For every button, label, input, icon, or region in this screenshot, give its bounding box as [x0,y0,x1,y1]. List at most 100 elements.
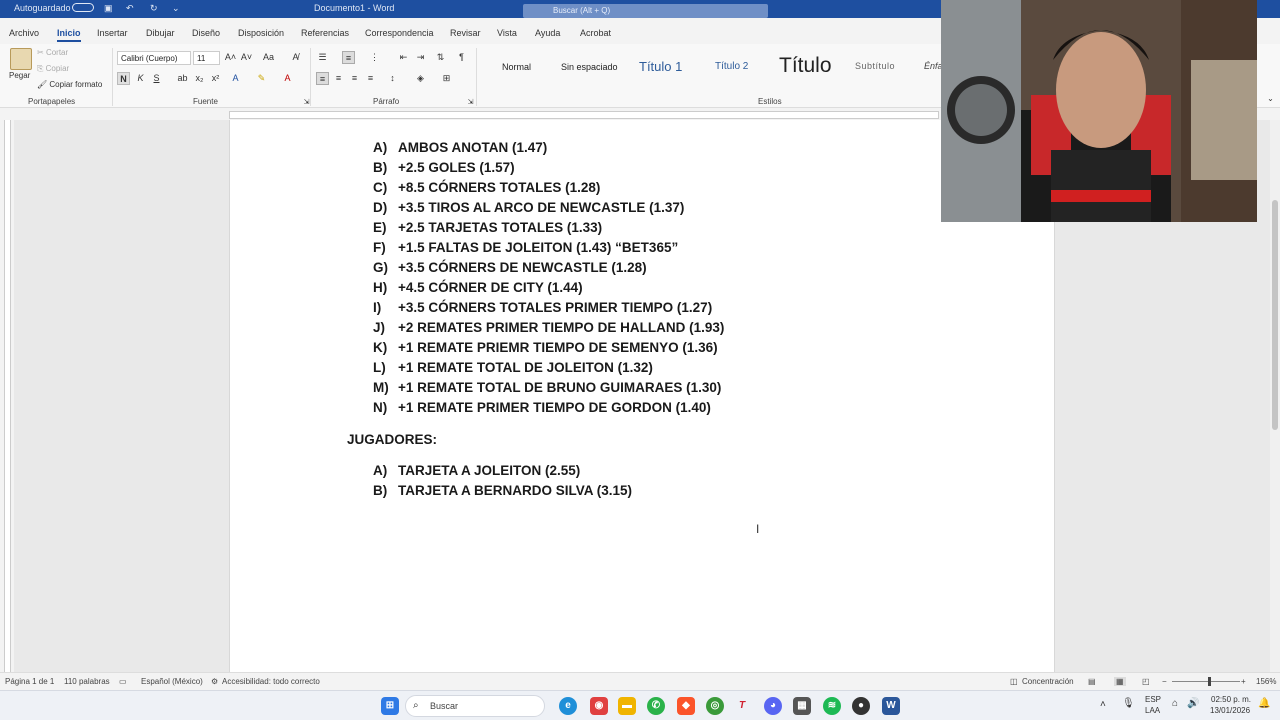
clear-format-icon[interactable]: A̸ [289,51,302,64]
text-effects-icon[interactable]: A [229,72,242,85]
subscript-icon[interactable]: x₂ [193,72,206,85]
style-title[interactable]: Título [779,54,832,78]
show-formatting-icon[interactable]: ¶ [455,51,468,64]
list-item[interactable]: A) TARJETA A JOLEITON (2.55) [373,463,580,478]
paste-icon[interactable] [10,48,32,70]
superscript-icon[interactable]: x² [209,72,222,85]
tab-correspondencia[interactable]: Correspondencia [365,28,434,38]
font-name-select[interactable]: Calibri (Cuerpo) [117,51,191,65]
list-item[interactable]: B) +2.5 GOLES (1.57) [373,160,515,175]
brave-icon[interactable]: ◆ [677,697,695,715]
grow-font-icon[interactable]: A˄ [224,51,237,64]
justify-icon[interactable]: ≡ [364,72,377,85]
tab-dibujar[interactable]: Dibujar [146,28,175,38]
print-layout-icon[interactable]: ▦ [1114,677,1126,686]
highlight-icon[interactable]: ✎ [255,72,268,85]
format-painter-button[interactable]: 🖌 Copiar formato [37,80,102,89]
tab-inicio[interactable]: Inicio [57,28,81,42]
list-item[interactable]: D) +3.5 TIROS AL ARCO DE NEWCASTLE (1.37) [373,200,684,215]
edge-icon[interactable]: e [559,697,577,715]
web-layout-icon[interactable]: ◰ [1142,677,1150,686]
word-icon[interactable]: W [882,697,900,715]
redo-icon[interactable]: ↻ [150,3,158,14]
change-case-icon[interactable]: Aa [262,51,275,64]
autosave-toggle[interactable] [72,3,94,12]
style-emphasis[interactable]: Énfa [924,61,943,71]
zoom-in-icon[interactable]: + [1241,677,1246,686]
list-item[interactable]: L) +1 REMATE TOTAL DE JOLEITON (1.32) [373,360,653,375]
list-item[interactable]: E) +2.5 TARJETAS TOTALES (1.33) [373,220,602,235]
list-item[interactable]: I) +3.5 CÓRNERS TOTALES PRIMER TIEMPO (1.… [373,300,712,315]
notifications-icon[interactable]: 🔔 [1258,698,1270,709]
windows-start-icon[interactable]: ⊞ [381,697,399,715]
strikethrough-icon[interactable]: ab [176,72,189,85]
style-subtitle[interactable]: Subtítulo [855,61,895,71]
copy-button[interactable]: ⎘ Copiar [37,64,69,74]
tab-disposicion[interactable]: Disposición [238,28,284,38]
list-item[interactable]: F) +1.5 FALTAS DE JOLEITON (1.43) “BET365… [373,240,678,255]
bold-button[interactable]: N [117,72,130,85]
tab-referencias[interactable]: Referencias [301,28,349,38]
volume-icon[interactable]: 🔊 [1187,698,1199,709]
chevron-down-icon[interactable]: ⌄ [172,3,180,14]
style-no-spacing[interactable]: Sin espaciado [561,62,618,72]
font-size-select[interactable]: 11 [193,51,220,65]
discord-icon[interactable]: ◕ [764,697,782,715]
align-right-icon[interactable]: ≡ [348,72,361,85]
shading-icon[interactable]: ◈ [414,72,427,85]
folder-icon[interactable]: ▬ [618,697,636,715]
network-icon[interactable]: ⌂ [1172,698,1178,709]
document-page[interactable]: A) AMBOS ANOTAN (1.47) B) +2.5 GOLES (1.57… [229,120,1055,672]
tab-revisar[interactable]: Revisar [450,28,481,38]
keyboard-layout[interactable]: LAA [1145,706,1160,715]
bullets-icon[interactable]: ☰ [316,51,329,64]
taskbar-search[interactable]: Buscar [405,695,545,717]
increase-indent-icon[interactable]: ⇥ [414,51,427,64]
sort-icon[interactable]: ⇅ [434,51,447,64]
page-count[interactable]: Página 1 de 1 [5,677,54,686]
proofing-icon[interactable]: ▭ [119,677,127,686]
vertical-ruler[interactable] [0,120,14,672]
microphone-icon[interactable]: 🎙 [1122,698,1135,709]
spotify-icon[interactable]: ≋ [823,697,841,715]
autosave-label[interactable]: Autoguardado [14,3,71,13]
zoom-out-icon[interactable]: − [1162,677,1167,686]
tab-acrobat[interactable]: Acrobat [580,28,611,38]
clock-date[interactable]: 13/01/2026 [1210,706,1250,715]
tab-ayuda[interactable]: Ayuda [535,28,560,38]
focus-mode-button[interactable]: Concentración [1022,677,1074,686]
style-normal[interactable]: Normal [502,62,531,72]
whatsapp-icon[interactable]: ✆ [647,697,665,715]
style-heading-1[interactable]: Título 1 [639,59,682,74]
list-item[interactable]: G) +3.5 CÓRNERS DE NEWCASTLE (1.28) [373,260,647,275]
zoom-level[interactable]: 156% [1256,677,1276,686]
tab-insertar[interactable]: Insertar [97,28,128,38]
multilevel-list-icon[interactable]: ⋮ [368,51,381,64]
list-item[interactable]: B) TARJETA A BERNARDO SILVA (3.15) [373,483,632,498]
vertical-scrollbar[interactable] [1270,120,1280,672]
borders-icon[interactable]: ⊞ [440,72,453,85]
search-input[interactable]: Buscar (Alt + Q) [523,4,768,18]
undo-icon[interactable]: ↶ [126,3,134,14]
list-item[interactable]: M) +1 REMATE TOTAL DE BRUNO GUIMARAES (1.… [373,380,721,395]
collapse-ribbon-icon[interactable]: ⌄ [1264,92,1277,105]
shrink-font-icon[interactable]: A˅ [240,51,253,64]
tab-diseno[interactable]: Diseño [192,28,220,38]
text-app-icon[interactable]: T [733,697,751,715]
clock-time[interactable]: 02:50 p. m. [1211,695,1251,704]
zoom-slider-thumb[interactable] [1208,677,1211,686]
underline-button[interactable]: S [150,72,163,85]
list-item[interactable]: A) AMBOS ANOTAN (1.47) [373,140,547,155]
section-heading[interactable]: JUGADORES: [347,432,437,447]
list-item[interactable]: H) +4.5 CÓRNER DE CITY (1.44) [373,280,583,295]
chevron-up-icon[interactable]: ˄ [1100,699,1106,710]
italic-button[interactable]: K [134,72,147,85]
chrome-icon[interactable]: ◎ [706,697,724,715]
tab-archivo[interactable]: Archivo [9,28,39,38]
word-count[interactable]: 110 palabras [64,677,110,686]
cut-button[interactable]: ✂ Cortar [37,48,68,57]
obs-icon[interactable]: ● [852,697,870,715]
list-item[interactable]: J) +2 REMATES PRIMER TIEMPO DE HALLAND (1… [373,320,724,335]
decrease-indent-icon[interactable]: ⇤ [397,51,410,64]
paste-button[interactable]: Pegar [9,71,30,80]
